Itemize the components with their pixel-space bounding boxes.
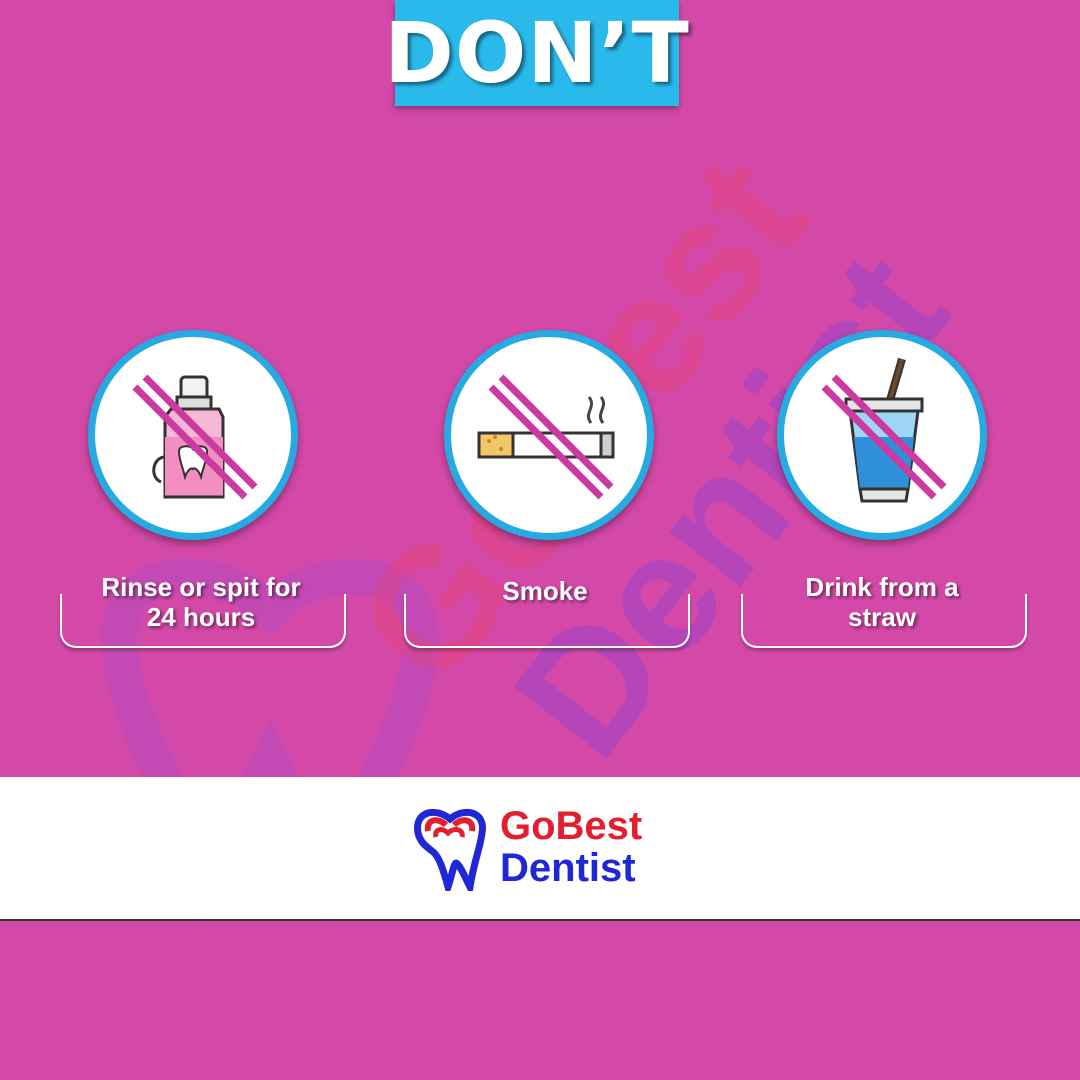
- tooth-logo-icon: [414, 808, 486, 891]
- caption-rinse: Rinse or spit for 24 hours: [101, 572, 301, 632]
- caption-smoke: Smoke: [502, 576, 588, 606]
- mouthwash-circle: [88, 330, 298, 540]
- cup-circle: [777, 330, 987, 540]
- logo-text-gobest: GoBest: [500, 804, 643, 848]
- cigarette-icon: [477, 374, 615, 500]
- logo-text-dentist: Dentist: [500, 846, 636, 890]
- cup-with-straw-icon: [821, 357, 947, 503]
- caption-straw: Drink from a straw: [805, 572, 959, 632]
- header-banner: DON’T: [384, 0, 689, 106]
- cigarette-circle: [444, 330, 654, 540]
- header-title: DON’T: [384, 4, 690, 102]
- mouthwash-bottle-icon: [132, 374, 258, 500]
